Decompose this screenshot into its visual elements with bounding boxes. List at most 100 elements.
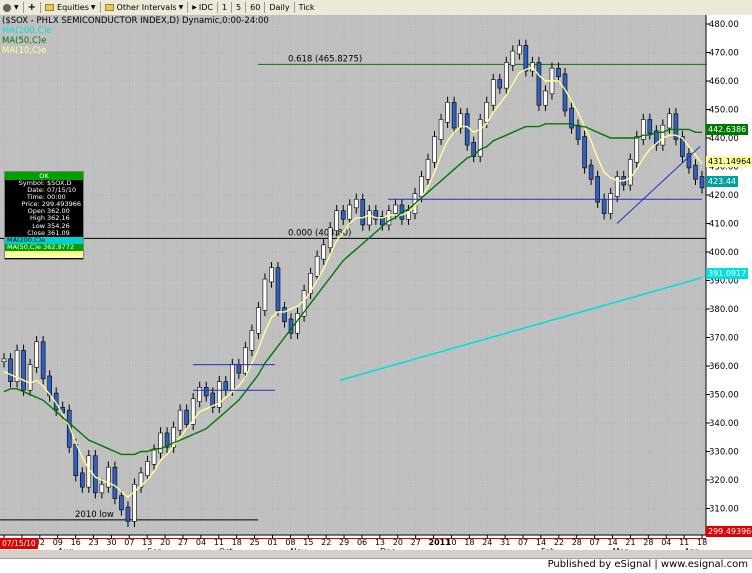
- price-bar: [282, 307, 287, 323]
- price-bar: [184, 409, 189, 425]
- y-tick-label: 370.00: [709, 334, 739, 344]
- price-bar: [21, 350, 26, 391]
- price-bar: [236, 364, 242, 374]
- y-tick-label: 460.00: [709, 77, 739, 87]
- add-icon[interactable]: +: [25, 0, 39, 15]
- equities-menu[interactable]: Equities ▼: [42, 0, 99, 15]
- price-bar: [197, 387, 203, 402]
- price-bar: [125, 506, 131, 522]
- price-bar: [256, 307, 261, 334]
- cursor-ma10: [5, 250, 83, 258]
- price-bar: [458, 113, 463, 129]
- interval-5-button[interactable]: 5: [233, 0, 244, 15]
- x-tick-label: 29: [339, 538, 349, 547]
- x-tick-label: 16: [71, 538, 81, 547]
- y-tick-label: 400.00: [709, 248, 739, 258]
- y-tick-label: 320.00: [709, 476, 739, 486]
- price-bar: [223, 381, 229, 391]
- price-bar: [464, 113, 470, 146]
- price-bar: [490, 79, 496, 106]
- price-bar: [314, 255, 320, 277]
- price-bar: [693, 164, 698, 180]
- folder-icon: [45, 4, 55, 11]
- plot-area: [0, 15, 706, 535]
- interval-tick-button[interactable]: Tick: [296, 0, 318, 15]
- y-tick-label: 350.00: [709, 391, 739, 401]
- x-tick-label: 01: [267, 538, 277, 547]
- x-tick-label: 18: [232, 538, 242, 547]
- interval-60-button[interactable]: 60: [247, 0, 263, 15]
- x-tick-label: 14: [608, 538, 618, 547]
- x-tick-label: 25: [250, 538, 260, 547]
- other-intervals-menu[interactable]: Other Intervals ▼: [102, 0, 187, 15]
- settings-icon[interactable]: ▼: [0, 0, 22, 15]
- price-bar: [503, 62, 509, 89]
- y-tick-label: 440.00: [709, 134, 739, 144]
- price-bar: [327, 227, 333, 249]
- interval-idc-button[interactable]: ▶ IDC: [189, 0, 216, 15]
- price-bar: [497, 79, 503, 89]
- x-tick-label: 27: [178, 538, 188, 547]
- price-bar: [510, 50, 516, 66]
- x-tick-label: 28: [643, 538, 653, 547]
- x-month-label: Dec: [380, 547, 395, 550]
- x-month-label: Mar: [613, 547, 629, 550]
- study-ma200-label[interactable]: MA(200,C)e: [2, 26, 52, 36]
- x-tick-label: 27: [411, 538, 421, 547]
- cursor-window[interactable]: OK Symbol: $SOX,D Date: 07/15/10 Time: 00:0…: [4, 171, 84, 260]
- x-month-label: Nov: [290, 547, 306, 550]
- price-chart[interactable]: 0.618 (465.8275)0.000 (404.80)2010 low 3…: [0, 15, 752, 550]
- x-tick-label: 28: [572, 538, 582, 547]
- price-bar: [451, 102, 457, 129]
- x-tick-label: 09: [53, 538, 63, 547]
- folder-icon: [104, 4, 114, 11]
- cursor-price-label: 299.493966: [706, 526, 752, 537]
- x-month-label: Feb: [541, 547, 555, 550]
- x-tick-label: 06: [357, 538, 367, 547]
- price-bar: [243, 347, 248, 374]
- interval-daily-button[interactable]: Daily: [266, 0, 292, 15]
- price-bar: [582, 136, 587, 169]
- x-tick-label: 18: [464, 538, 474, 547]
- chart-title: ($SOX - PHLX SEMICONDUCTOR INDEX,D) Dyna…: [2, 16, 269, 26]
- x-tick-label: 13: [142, 538, 152, 547]
- price-bar: [438, 119, 444, 140]
- x-tick-label: 31: [500, 538, 510, 547]
- study-ma10-label[interactable]: MA(10,C)e: [2, 46, 46, 56]
- y-tick-label: 340.00: [709, 419, 739, 429]
- price-bar: [1, 358, 7, 363]
- price-bar: [536, 62, 542, 106]
- interval-1-button[interactable]: 1: [219, 0, 230, 15]
- x-tick-label: 07: [124, 538, 134, 547]
- x-tick-label: 20: [393, 538, 403, 547]
- y-tick-label: 380.00: [709, 305, 739, 315]
- x-tick-label: 21: [625, 538, 635, 547]
- x-tick-label: 22: [321, 538, 331, 547]
- price-bar: [40, 341, 46, 380]
- price-bar: [79, 472, 85, 488]
- price-bar: [647, 119, 653, 135]
- price-bar: [99, 483, 105, 494]
- ma50-price-label: 442.6386: [706, 124, 749, 135]
- study-ma50-label[interactable]: MA(50,C)e: [2, 36, 46, 46]
- price-bar: [353, 198, 359, 209]
- x-tick-label: 11: [679, 538, 689, 547]
- price-bar: [445, 102, 450, 123]
- x-tick-label: 04: [196, 538, 206, 547]
- price-bar: [151, 449, 157, 465]
- price-bar: [321, 244, 326, 260]
- price-bar: [262, 278, 268, 311]
- price-bar: [393, 204, 398, 214]
- x-tick-label: 18: [697, 538, 707, 547]
- price-bar: [203, 387, 209, 397]
- x-tick-label: 07: [518, 538, 528, 547]
- price-bar: [340, 210, 346, 220]
- x-month-label: Sep: [147, 547, 162, 550]
- price-bar: [347, 204, 353, 220]
- price-bar: [145, 461, 150, 477]
- price-bar: [484, 102, 490, 123]
- y-tick-label: 480.00: [709, 20, 739, 30]
- x-tick-label: 13: [375, 538, 385, 547]
- price-bar: [119, 495, 124, 511]
- price-bar: [556, 67, 561, 78]
